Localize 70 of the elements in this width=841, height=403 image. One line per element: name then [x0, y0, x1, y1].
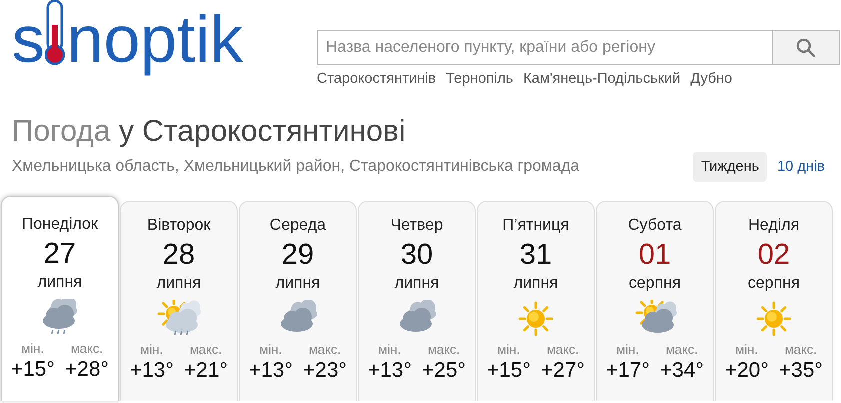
- month-name: серпня: [629, 274, 681, 294]
- min-label: мін.: [736, 342, 758, 358]
- day-card[interactable]: Субота 01 серпня мін. +17° макс. +34°: [596, 201, 714, 401]
- month-name: серпня: [748, 274, 800, 294]
- max-label: макс.: [784, 342, 818, 358]
- day-date: 01: [638, 238, 672, 272]
- min-label: мін.: [260, 342, 282, 358]
- max-label: макс.: [546, 342, 580, 358]
- day-name: Четвер: [390, 216, 444, 236]
- max-label: макс.: [190, 342, 222, 358]
- city-link[interactable]: Кам'янець-Подільський: [523, 71, 681, 87]
- month-name: липня: [38, 273, 82, 293]
- day-name: П’ятниця: [502, 216, 570, 236]
- max-label: макс.: [428, 342, 460, 358]
- max-temperature: +27°: [541, 358, 586, 384]
- city-link[interactable]: Тернопіль: [446, 71, 514, 87]
- max-label: макс.: [70, 341, 104, 357]
- day-date: 30: [400, 238, 434, 272]
- logo-text: s: [12, 1, 45, 78]
- max-label: макс.: [308, 342, 342, 358]
- min-temperature: +15°: [486, 358, 531, 384]
- day-card[interactable]: Середа 29 липня мін. +13° макс. +23°: [239, 201, 357, 401]
- day-name: Субота: [628, 216, 682, 236]
- min-label: мін.: [22, 341, 44, 357]
- search-field[interactable]: Назва населеного пункту, країни або регіону: [317, 30, 772, 65]
- day-date: 29: [282, 238, 314, 272]
- day-card[interactable]: П’ятниця 31 липня мін. +15° макс. +27°: [477, 201, 595, 401]
- day-date: 28: [162, 238, 196, 272]
- period-tab[interactable]: 10 днів: [769, 152, 833, 182]
- max-temperature: +35°: [779, 358, 824, 384]
- region-path: Хмельницька область, Хмельницький район, Старокостянтинівська громада: [12, 158, 581, 176]
- thermometer-icon: [45, 0, 65, 66]
- max-temperature: +21°: [184, 358, 228, 384]
- logo-text: noptik: [67, 1, 244, 78]
- max-temperature: +28°: [65, 357, 110, 383]
- max-label: макс.: [666, 342, 698, 358]
- month-name: липня: [276, 274, 320, 294]
- day-name: Вівторок: [147, 216, 211, 236]
- day-date: 02: [758, 238, 790, 272]
- day-date: 27: [44, 237, 76, 271]
- city-link[interactable]: Дубно: [690, 71, 732, 87]
- period-tab[interactable]: Тиждень: [693, 152, 768, 182]
- max-temperature: +25°: [422, 358, 466, 384]
- min-temperature: +15°: [10, 357, 55, 383]
- max-temperature: +34°: [660, 358, 704, 384]
- day-name: Неділя: [748, 216, 800, 236]
- month-name: липня: [394, 274, 440, 294]
- city-link[interactable]: Старокостянтинів: [317, 71, 436, 87]
- page-title: Погода у Старокостянтинові: [12, 114, 407, 150]
- day-card[interactable]: Неділя 02 серпня мін. +20° макс. +35°: [715, 201, 833, 401]
- day-card[interactable]: Вівторок 28 липня мін. +13° макс. +21°: [120, 201, 238, 401]
- min-temperature: +17°: [606, 358, 650, 384]
- day-name: Понеділок: [22, 215, 98, 235]
- month-name: липня: [156, 274, 202, 294]
- search-icon: [796, 38, 816, 58]
- day-card[interactable]: Понеділок 27 липня мін. +15° макс. +28°: [1, 196, 119, 401]
- day-name: Середа: [270, 216, 326, 236]
- min-label: мін.: [378, 342, 402, 358]
- day-card[interactable]: Четвер 30 липня мін. +13° макс. +25°: [358, 201, 476, 401]
- search-button[interactable]: [772, 30, 840, 65]
- min-temperature: +13°: [368, 358, 412, 384]
- min-label: мін.: [498, 342, 520, 358]
- min-temperature: +13°: [130, 358, 174, 384]
- min-temperature: +20°: [724, 358, 769, 384]
- min-label: мін.: [616, 342, 640, 358]
- max-temperature: +23°: [303, 358, 348, 384]
- min-label: мін.: [140, 342, 164, 358]
- day-date: 31: [520, 238, 552, 272]
- month-name: липня: [514, 274, 558, 294]
- min-temperature: +13°: [248, 358, 293, 384]
